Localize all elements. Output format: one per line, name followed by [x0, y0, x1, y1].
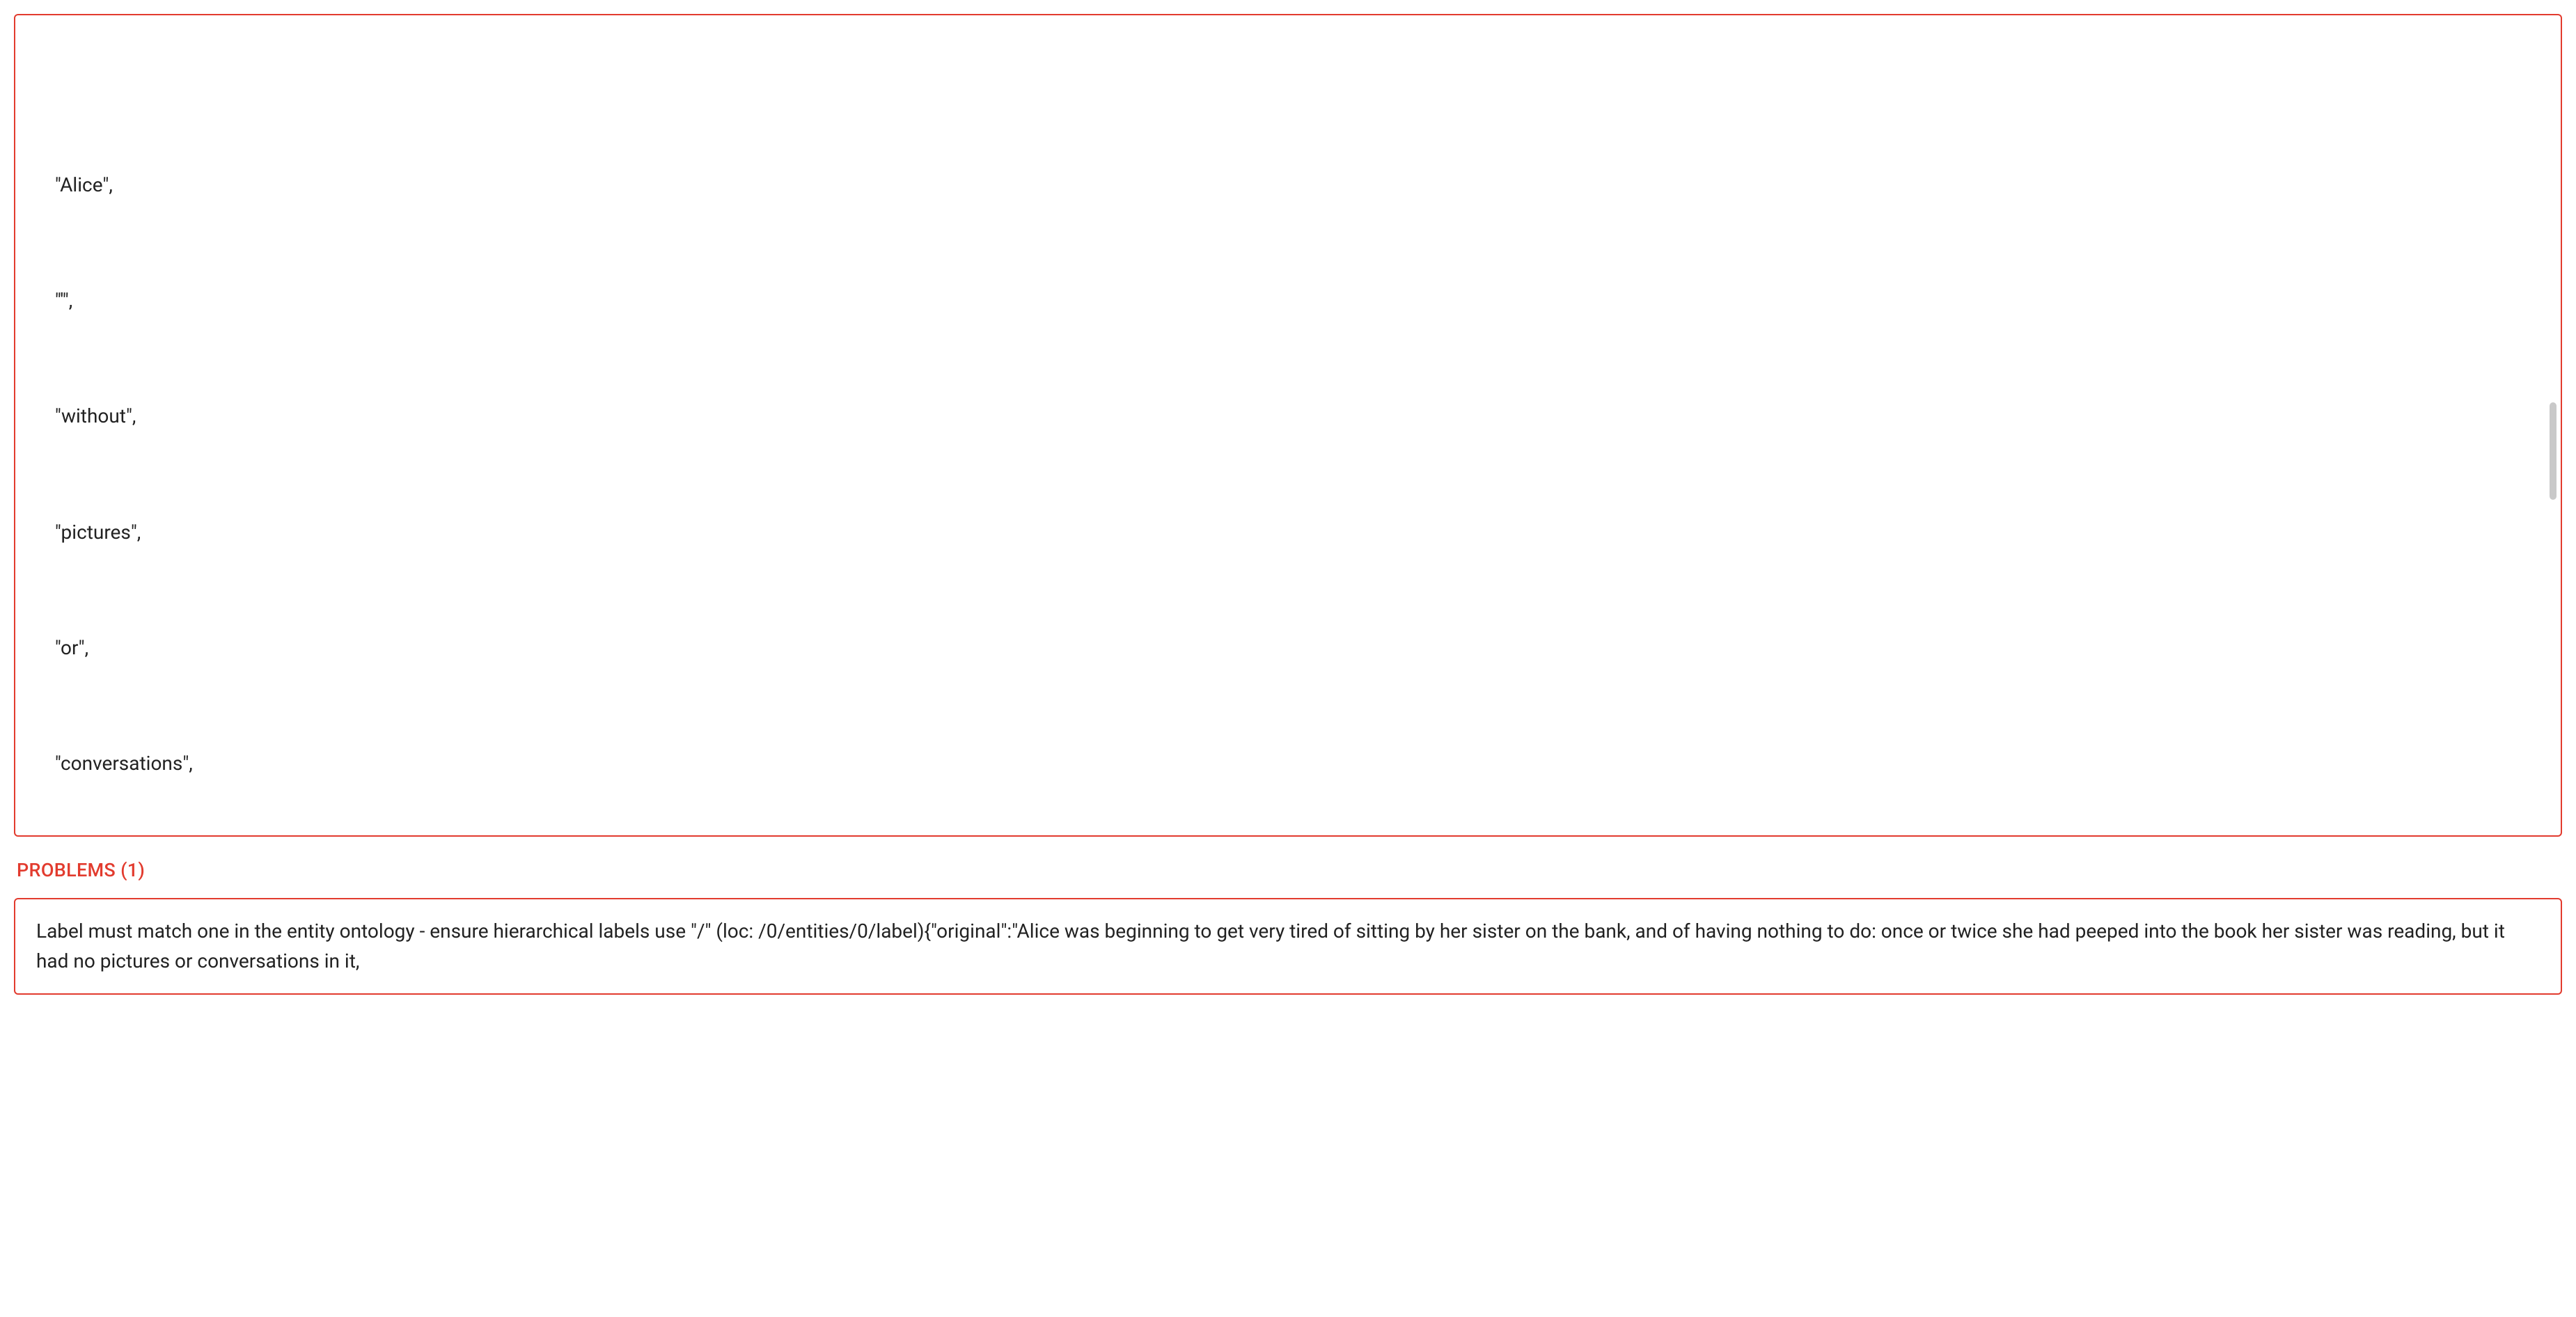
problems-count: (1)	[120, 859, 145, 881]
code-line[interactable]: "'",	[40, 281, 2536, 320]
scrollbar-thumb[interactable]	[2550, 402, 2557, 500]
problem-message[interactable]: Label must match one in the entity ontol…	[36, 920, 2505, 972]
code-editor-panel[interactable]: "Alice", "'", "without", "pictures", "or…	[14, 14, 2562, 837]
problems-header[interactable]: PROBLEMS (1)	[14, 859, 2562, 881]
code-line[interactable]: "or",	[40, 629, 2536, 667]
problems-panel[interactable]: Label must match one in the entity ontol…	[14, 898, 2562, 995]
code-line[interactable]: "pictures",	[40, 513, 2536, 551]
problems-label: PROBLEMS	[17, 859, 116, 881]
code-line[interactable]: "Alice",	[40, 166, 2536, 204]
code-line[interactable]: "conversations",	[40, 744, 2536, 782]
code-line[interactable]: "without",	[40, 397, 2536, 435]
scrollbar-track[interactable]	[2548, 15, 2557, 835]
